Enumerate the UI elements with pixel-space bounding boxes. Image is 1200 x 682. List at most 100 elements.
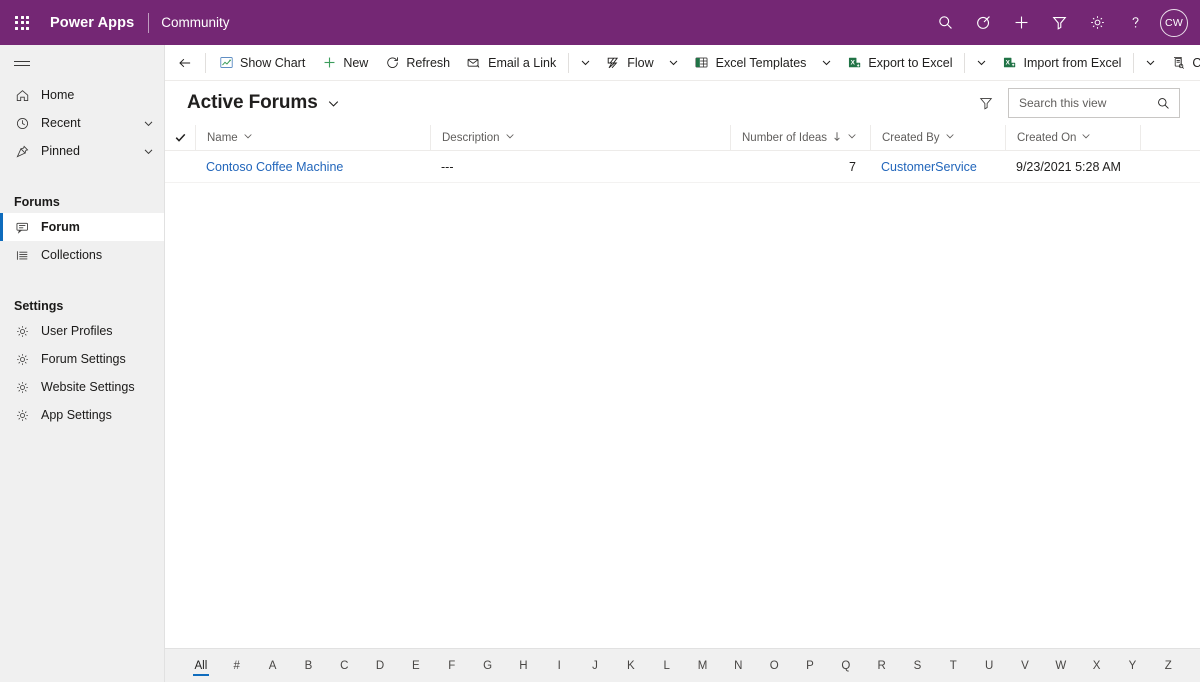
filter-icon[interactable]: [970, 87, 1002, 119]
flow-caret[interactable]: [662, 47, 686, 79]
export-to-excel-button[interactable]: X Export to Excel: [838, 47, 960, 79]
alpha-filter-f[interactable]: F: [434, 649, 470, 682]
sidebar-item-website-settings[interactable]: Website Settings: [0, 373, 164, 401]
alpha-filter-s[interactable]: S: [900, 649, 936, 682]
sidebar-item-forum[interactable]: Forum: [0, 213, 164, 241]
alpha-filter-d[interactable]: D: [362, 649, 398, 682]
app-launcher-icon[interactable]: [0, 0, 44, 45]
show-chart-button[interactable]: Show Chart: [210, 47, 313, 79]
alpha-filter-i[interactable]: I: [541, 649, 577, 682]
search-view-box[interactable]: [1008, 88, 1180, 118]
alpha-filter-x[interactable]: X: [1079, 649, 1115, 682]
chevron-down-icon[interactable]: [243, 131, 253, 144]
alpha-filter-hash[interactable]: #: [219, 649, 255, 682]
alpha-filter-j[interactable]: J: [577, 649, 613, 682]
import-from-excel-button[interactable]: X Import from Excel: [993, 47, 1129, 79]
alpha-filter-m[interactable]: M: [685, 649, 721, 682]
alpha-filter-e[interactable]: E: [398, 649, 434, 682]
flow-button[interactable]: Flow: [597, 47, 661, 79]
hamburger-icon[interactable]: [0, 45, 164, 81]
table-row[interactable]: Contoso Coffee Machine --- 7 CustomerSer…: [165, 151, 1200, 183]
chevron-down-icon[interactable]: [505, 131, 515, 144]
sidebar-item-collections[interactable]: Collections: [0, 241, 164, 269]
column-header-created-on[interactable]: Created On: [1005, 124, 1140, 151]
column-header-created-by[interactable]: Created By: [870, 124, 1005, 151]
view-selector-chevron-down-icon[interactable]: [327, 97, 340, 110]
alpha-filter-h[interactable]: H: [505, 649, 541, 682]
chevron-down-icon[interactable]: [847, 131, 857, 144]
create-view-button[interactable]: Create view: [1162, 47, 1200, 79]
excel-templates-caret[interactable]: [814, 47, 838, 79]
avatar[interactable]: CW: [1160, 8, 1188, 37]
alpha-filter-p[interactable]: P: [792, 649, 828, 682]
search-icon[interactable]: [926, 0, 964, 45]
column-header-description[interactable]: Description: [430, 124, 730, 151]
brand-title[interactable]: Power Apps: [44, 15, 148, 31]
chevron-down-icon[interactable]: [1081, 131, 1091, 144]
back-arrow-icon[interactable]: [169, 47, 201, 79]
sidebar-item-pinned[interactable]: Pinned: [0, 137, 164, 165]
alpha-filter-w[interactable]: W: [1043, 649, 1079, 682]
sidebar-item-recent[interactable]: Recent: [0, 109, 164, 137]
export-to-excel-caret[interactable]: [969, 47, 993, 79]
chevron-down-icon[interactable]: [142, 146, 154, 157]
email-link-icon: [466, 55, 482, 71]
excel-templates-button[interactable]: Excel Templates: [686, 47, 815, 79]
gear-icon[interactable]: [1078, 0, 1116, 45]
alpha-filter-g[interactable]: G: [470, 649, 506, 682]
filter-icon[interactable]: [1040, 0, 1078, 45]
help-icon[interactable]: [1116, 0, 1154, 45]
chevron-down-icon[interactable]: [945, 131, 955, 144]
cell-name[interactable]: Contoso Coffee Machine: [195, 151, 430, 183]
alpha-filter-u[interactable]: U: [971, 649, 1007, 682]
command-divider: [1133, 52, 1135, 73]
alpha-filter-c[interactable]: C: [326, 649, 362, 682]
sidebar-item-forum-settings[interactable]: Forum Settings: [0, 345, 164, 373]
alpha-filter-y[interactable]: Y: [1115, 649, 1151, 682]
alpha-filter-o[interactable]: O: [756, 649, 792, 682]
column-header-number-of-ideas[interactable]: Number of Ideas: [730, 124, 870, 151]
cell-created-by[interactable]: CustomerService: [870, 151, 1005, 183]
alpha-filter-l[interactable]: L: [649, 649, 685, 682]
command-label: Show Chart: [240, 55, 306, 70]
select-all-checkbox[interactable]: [165, 131, 195, 144]
record-link[interactable]: Contoso Coffee Machine: [206, 160, 343, 174]
search-icon[interactable]: [1155, 96, 1171, 111]
column-header-name[interactable]: Name: [195, 124, 430, 151]
grid-header-row: Name Description Number of Ideas Created…: [165, 124, 1200, 151]
refresh-button[interactable]: Refresh: [376, 47, 458, 79]
chevron-down-icon[interactable]: [142, 118, 154, 129]
alpha-filter-r[interactable]: R: [864, 649, 900, 682]
new-button[interactable]: New: [313, 47, 376, 79]
alpha-filter-a[interactable]: A: [255, 649, 291, 682]
alpha-filter-n[interactable]: N: [720, 649, 756, 682]
created-by-link[interactable]: CustomerService: [881, 160, 977, 174]
sidebar-item-home[interactable]: Home: [0, 81, 164, 109]
excel-templates-icon: [694, 55, 710, 71]
alpha-filter-t[interactable]: T: [935, 649, 971, 682]
app-name[interactable]: Community: [149, 15, 241, 30]
collections-icon: [14, 247, 30, 263]
alpha-filter-v[interactable]: V: [1007, 649, 1043, 682]
sidebar-item-label: Home: [41, 88, 75, 102]
assistant-icon[interactable]: [964, 0, 1002, 45]
import-from-excel-caret[interactable]: [1138, 47, 1162, 79]
search-input[interactable]: [1019, 96, 1155, 110]
grid-body: Contoso Coffee Machine --- 7 CustomerSer…: [165, 151, 1200, 648]
show-chart-icon: [218, 55, 234, 71]
alpha-filter-z[interactable]: Z: [1150, 649, 1186, 682]
sidebar-item-user-profiles[interactable]: User Profiles: [0, 317, 164, 345]
alpha-filter-b[interactable]: B: [290, 649, 326, 682]
alpha-filter-k[interactable]: K: [613, 649, 649, 682]
alpha-filter-all[interactable]: All: [183, 649, 219, 682]
email-a-link-caret[interactable]: [573, 47, 597, 79]
create-view-icon: [1170, 55, 1186, 71]
command-label: Create view: [1192, 56, 1200, 70]
row-spacer: [1140, 154, 1200, 180]
alpha-filter-q[interactable]: Q: [828, 649, 864, 682]
sidebar-item-app-settings[interactable]: App Settings: [0, 401, 164, 429]
plus-icon[interactable]: [1002, 0, 1040, 45]
view-header: Active Forums: [165, 81, 1200, 125]
email-a-link-button[interactable]: Email a Link: [458, 47, 564, 79]
command-label: Export to Excel: [868, 55, 953, 70]
